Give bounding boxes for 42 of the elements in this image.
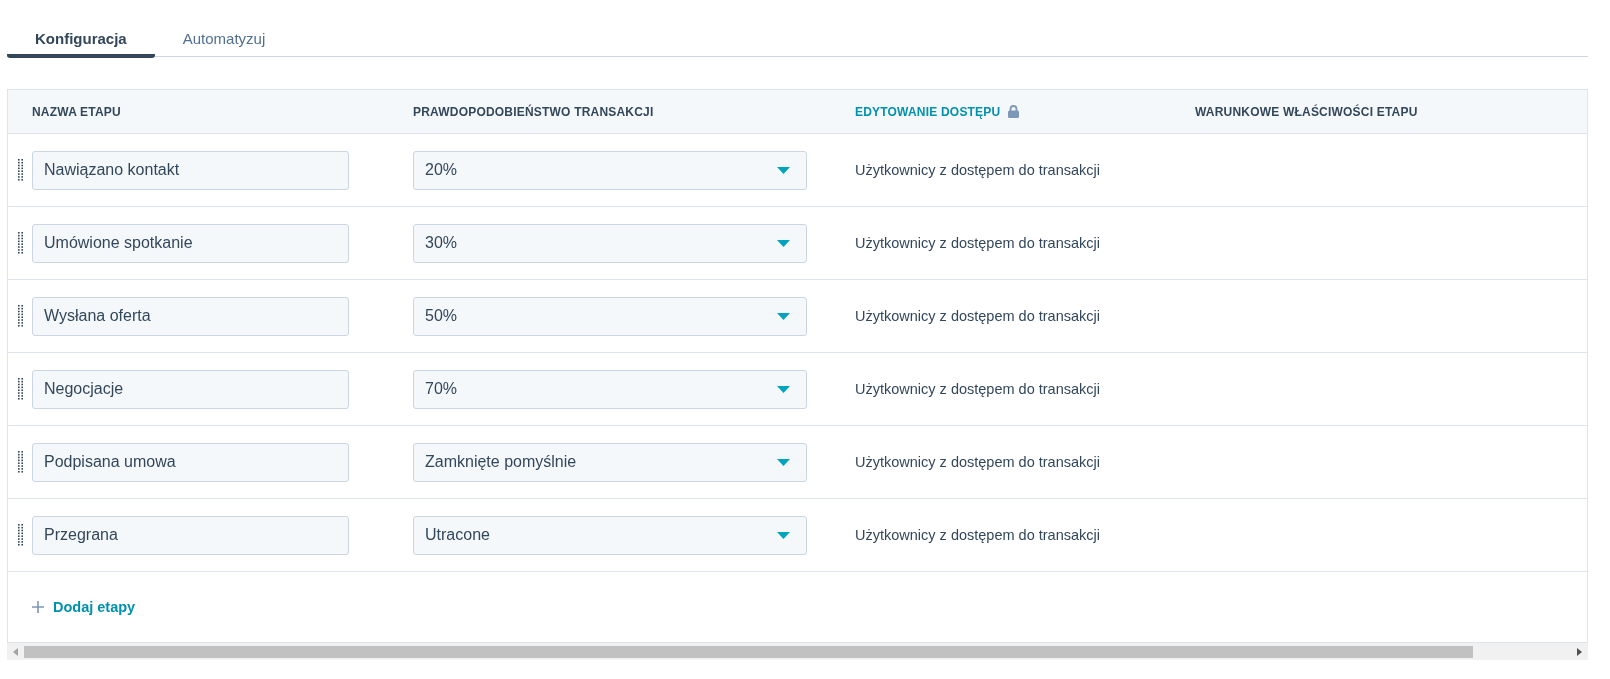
probability-dropdown[interactable]: 30% xyxy=(413,223,807,263)
access-text: Użytkownicy z dostępem do transakcji xyxy=(855,381,1100,397)
probability-dropdown[interactable]: 50% xyxy=(413,296,807,336)
probability-dropdown[interactable]: Utracone xyxy=(413,515,807,555)
caret-icon xyxy=(777,166,790,174)
stage-name-input[interactable]: Przegrana xyxy=(32,515,349,555)
access-text: Użytkownicy z dostępem do transakcji xyxy=(855,527,1100,543)
caret-icon xyxy=(777,531,790,539)
caret-icon xyxy=(777,239,790,247)
access-text: Użytkownicy z dostępem do transakcji xyxy=(855,235,1100,251)
plus-icon xyxy=(32,601,44,613)
caret-icon xyxy=(777,458,790,466)
stage-name-input[interactable]: Umówione spotkanie xyxy=(32,223,349,263)
column-header: WARUNKOWE WŁAŚCIWOŚCI ETAPU xyxy=(1195,104,1418,119)
probability-dropdown[interactable]: 20% xyxy=(413,150,807,190)
stage-name-input[interactable]: Negocjacje xyxy=(32,369,349,409)
stage-name-input[interactable]: Nawiązano kontakt xyxy=(32,150,349,190)
access-text: Użytkownicy z dostępem do transakcji xyxy=(855,162,1100,178)
caret-icon xyxy=(777,312,790,320)
scroll-right-icon[interactable] xyxy=(1577,647,1582,656)
column-header: EDYTOWANIE DOSTĘPU xyxy=(855,104,1001,119)
column-header: PRAWDOPODOBIEŃSTWO TRANSAKCJI xyxy=(413,104,654,119)
stage-name-input[interactable]: Wysłana oferta xyxy=(32,296,349,336)
probability-dropdown[interactable]: Zamknięte pomyślnie xyxy=(413,442,807,482)
caret-icon xyxy=(777,385,790,393)
scrollbar-thumb[interactable] xyxy=(24,645,1473,658)
column-header: NAZWA ETAPU xyxy=(32,104,121,119)
drag-handle-icon[interactable] xyxy=(17,524,23,546)
lock-icon xyxy=(1008,105,1020,118)
probability-dropdown[interactable]: 70% xyxy=(413,369,807,409)
tab[interactable]: Konfiguracja xyxy=(7,0,155,58)
tab[interactable]: Automatyzuj xyxy=(154,0,294,58)
stage-name-input[interactable]: Podpisana umowa xyxy=(32,442,349,482)
drag-handle-icon[interactable] xyxy=(17,159,23,181)
drag-handle-icon[interactable] xyxy=(17,232,23,254)
add-stages-button[interactable]: Dodaj etapy xyxy=(32,599,136,615)
drag-handle-icon[interactable] xyxy=(17,451,23,473)
drag-handle-icon[interactable] xyxy=(17,305,23,327)
access-text: Użytkownicy z dostępem do transakcji xyxy=(855,308,1100,324)
drag-handle-icon[interactable] xyxy=(17,378,23,400)
access-text: Użytkownicy z dostępem do transakcji xyxy=(855,454,1100,470)
horizontal-scrollbar[interactable] xyxy=(7,643,1588,660)
